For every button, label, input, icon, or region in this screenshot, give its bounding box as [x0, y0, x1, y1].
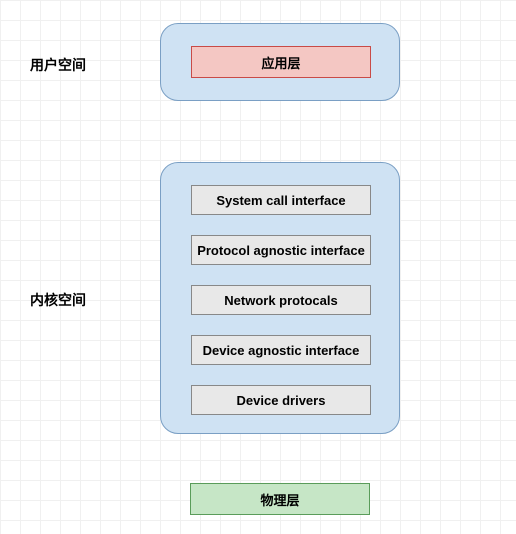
label-user-space: 用户空间 [30, 55, 86, 75]
box-kernel-item-0: System call interface [191, 185, 371, 215]
box-kernel-item-3: Device agnostic interface [191, 335, 371, 365]
box-physical-layer: 物理层 [190, 483, 370, 515]
container-user-space: 应用层 [160, 23, 400, 101]
box-kernel-item-4: Device drivers [191, 385, 371, 415]
label-kernel-space: 内核空间 [30, 290, 86, 310]
box-kernel-item-1: Protocol agnostic interface [191, 235, 371, 265]
box-kernel-item-2: Network protocals [191, 285, 371, 315]
container-kernel-space: System call interface Protocol agnostic … [160, 162, 400, 434]
box-app-layer: 应用层 [191, 46, 371, 78]
